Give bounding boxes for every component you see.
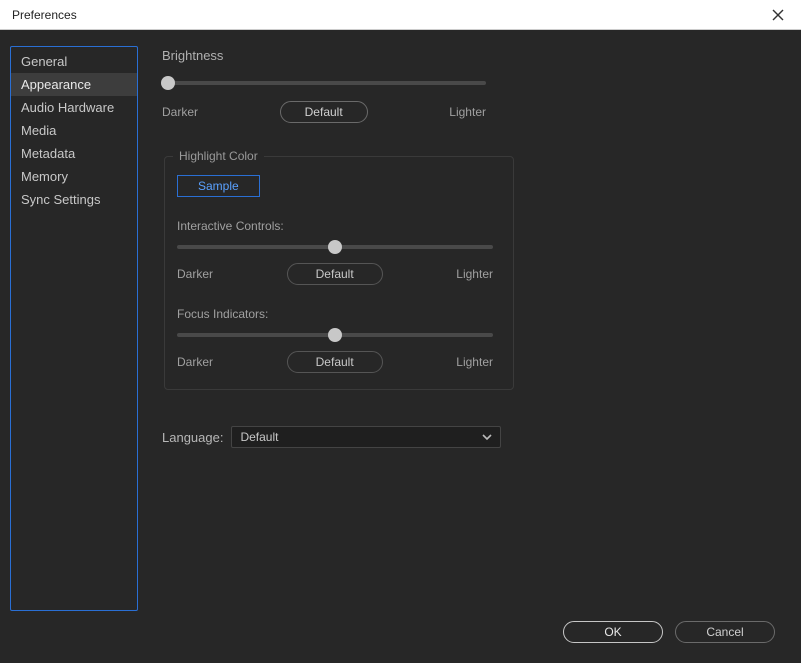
interactive-thumb[interactable] — [328, 240, 342, 254]
sidebar-item-metadata[interactable]: Metadata — [11, 142, 137, 165]
sidebar-item-label: Audio Hardware — [21, 100, 114, 115]
language-row: Language: Default — [162, 426, 785, 448]
focus-slider[interactable] — [177, 333, 493, 337]
sidebar-item-label: General — [21, 54, 67, 69]
focus-min-label: Darker — [177, 355, 213, 369]
brightness-thumb[interactable] — [161, 76, 175, 90]
sidebar-item-appearance[interactable]: Appearance — [11, 73, 137, 96]
sidebar-item-sync-settings[interactable]: Sync Settings — [11, 188, 137, 211]
close-button[interactable] — [763, 0, 793, 30]
sidebar-item-label: Metadata — [21, 146, 75, 161]
content-row: General Appearance Audio Hardware Media Meta… — [10, 46, 785, 611]
brightness-slider-block: Darker Default Lighter — [162, 81, 785, 123]
interactive-max-label: Lighter — [456, 267, 493, 281]
brightness-max-label: Lighter — [449, 105, 486, 119]
sidebar-item-general[interactable]: General — [11, 50, 137, 73]
language-label: Language: — [162, 430, 223, 445]
interactive-controls-label: Interactive Controls: — [177, 219, 505, 233]
interactive-default-button[interactable]: Default — [287, 263, 383, 285]
focus-indicators-label: Focus Indicators: — [177, 307, 505, 321]
sidebar-item-label: Appearance — [21, 77, 91, 92]
preferences-window: Preferences General Appearance Audio Hardw… — [0, 0, 801, 663]
language-select[interactable]: Default — [231, 426, 501, 448]
dialog-footer: OK Cancel — [10, 611, 785, 653]
language-value: Default — [240, 430, 278, 444]
interactive-slider[interactable] — [177, 245, 493, 249]
ok-button[interactable]: OK — [563, 621, 663, 643]
preferences-sidebar: General Appearance Audio Hardware Media Meta… — [10, 46, 138, 611]
brightness-footer: Darker Default Lighter — [162, 101, 486, 123]
highlight-legend: Highlight Color — [173, 149, 264, 163]
brightness-min-label: Darker — [162, 105, 198, 119]
appearance-panel: Brightness Darker Default Lighter Highli… — [162, 46, 785, 611]
sidebar-item-media[interactable]: Media — [11, 119, 137, 142]
brightness-slider[interactable] — [162, 81, 486, 85]
brightness-label: Brightness — [162, 48, 785, 63]
titlebar: Preferences — [0, 0, 801, 30]
highlight-color-group: Highlight Color Sample Interactive Contr… — [164, 149, 514, 390]
sidebar-item-audio-hardware[interactable]: Audio Hardware — [11, 96, 137, 119]
focus-thumb[interactable] — [328, 328, 342, 342]
cancel-button[interactable]: Cancel — [675, 621, 775, 643]
sidebar-item-label: Memory — [21, 169, 68, 184]
window-title: Preferences — [12, 8, 77, 22]
sample-button[interactable]: Sample — [177, 175, 260, 197]
dialog-body: General Appearance Audio Hardware Media Meta… — [0, 30, 801, 663]
focus-max-label: Lighter — [456, 355, 493, 369]
chevron-down-icon — [482, 432, 492, 442]
sidebar-item-memory[interactable]: Memory — [11, 165, 137, 188]
sidebar-item-label: Media — [21, 123, 56, 138]
close-icon — [772, 9, 784, 21]
focus-default-button[interactable]: Default — [287, 351, 383, 373]
sidebar-item-label: Sync Settings — [21, 192, 101, 207]
brightness-default-button[interactable]: Default — [280, 101, 368, 123]
interactive-footer: Darker Default Lighter — [177, 263, 493, 285]
focus-footer: Darker Default Lighter — [177, 351, 493, 373]
interactive-min-label: Darker — [177, 267, 213, 281]
